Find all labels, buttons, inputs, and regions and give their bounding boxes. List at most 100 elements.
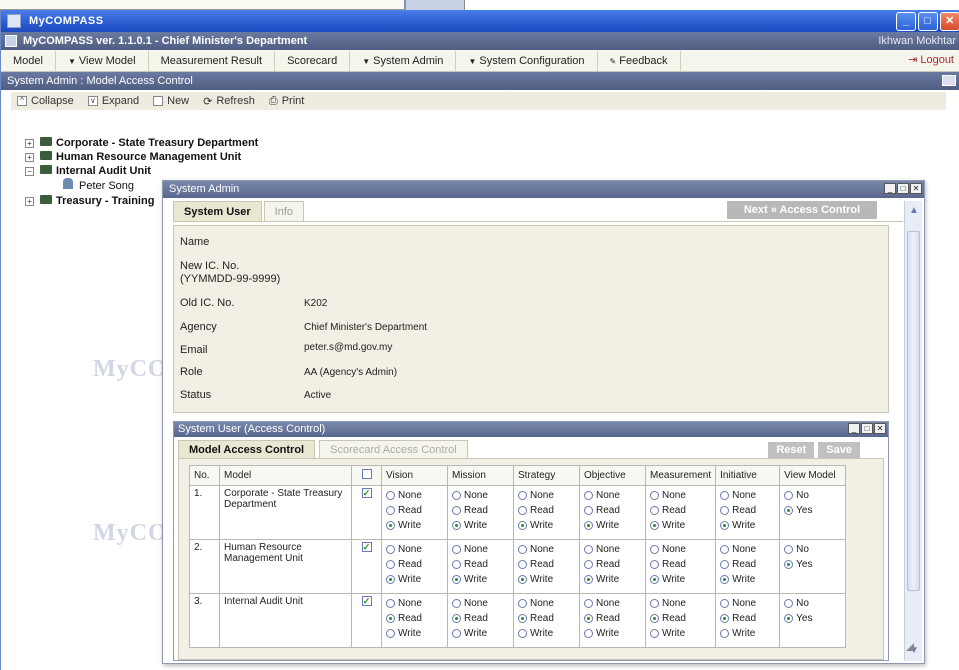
measurement-read-radio[interactable]: Read bbox=[650, 557, 711, 572]
maximize-button[interactable]: □ bbox=[918, 12, 938, 31]
view-model-no-radio[interactable]: No bbox=[784, 488, 841, 503]
scroll-thumb[interactable] bbox=[907, 231, 920, 591]
mission-read-radio[interactable]: Read bbox=[452, 557, 509, 572]
mission-read-radio[interactable]: Read bbox=[452, 611, 509, 626]
measurement-none-radio[interactable]: None bbox=[650, 542, 711, 557]
measurement-write-radio[interactable]: Write bbox=[650, 626, 711, 641]
measurement-write-radio[interactable]: Write bbox=[650, 572, 711, 587]
objective-none-radio[interactable]: None bbox=[584, 596, 641, 611]
tab-scorecard-access-control[interactable]: Scorecard Access Control bbox=[319, 440, 468, 458]
tree-node-peter-song[interactable]: Peter Song bbox=[63, 178, 134, 192]
objective-write-radio[interactable]: Write bbox=[584, 626, 641, 641]
tab-info[interactable]: Info bbox=[263, 201, 305, 221]
next-access-control-button[interactable]: Next » Access Control bbox=[727, 201, 877, 219]
vision-none-radio[interactable]: None bbox=[386, 488, 443, 503]
vision-read-radio[interactable]: Read bbox=[386, 503, 443, 518]
objective-read-radio[interactable]: Read bbox=[584, 557, 641, 572]
strategy-read-radio[interactable]: Read bbox=[518, 557, 575, 572]
measurement-none-radio[interactable]: None bbox=[650, 596, 711, 611]
initiative-read-radio[interactable]: Read bbox=[720, 557, 775, 572]
mission-write-radio[interactable]: Write bbox=[452, 572, 509, 587]
mission-none-radio[interactable]: None bbox=[452, 488, 509, 503]
objective-write-radio[interactable]: Write bbox=[584, 518, 641, 533]
initiative-write-radio[interactable]: Write bbox=[720, 572, 775, 587]
mission-none-radio[interactable]: None bbox=[452, 542, 509, 557]
dialog-close-button[interactable]: ✕ bbox=[910, 183, 922, 194]
vision-read-radio[interactable]: Read bbox=[386, 611, 443, 626]
tree-node-corporate[interactable]: + Corporate - State Treasury Department bbox=[25, 137, 258, 149]
minimize-button[interactable]: _ bbox=[896, 12, 916, 31]
strategy-write-radio[interactable]: Write bbox=[518, 572, 575, 587]
mission-none-radio[interactable]: None bbox=[452, 596, 509, 611]
dialog-minimize-button[interactable]: _ bbox=[884, 183, 896, 194]
measurement-read-radio[interactable]: Read bbox=[650, 611, 711, 626]
objective-read-radio[interactable]: Read bbox=[584, 611, 641, 626]
objective-none-radio[interactable]: None bbox=[584, 488, 641, 503]
objective-write-radio[interactable]: Write bbox=[584, 572, 641, 587]
measurement-none-radio[interactable]: None bbox=[650, 488, 711, 503]
vision-none-radio[interactable]: None bbox=[386, 542, 443, 557]
strategy-read-radio[interactable]: Read bbox=[518, 611, 575, 626]
dialog-scrollbar[interactable]: ▲ ▼ bbox=[904, 201, 922, 661]
view-model-yes-radio[interactable]: Yes bbox=[784, 503, 841, 518]
expand-button[interactable]: v Expand bbox=[87, 95, 139, 107]
tree-node-hr[interactable]: + Human Resource Management Unit bbox=[25, 151, 241, 163]
resize-grip-icon[interactable] bbox=[906, 643, 914, 651]
vision-none-radio[interactable]: None bbox=[386, 596, 443, 611]
menu-feedback[interactable]: ✎ Feedback bbox=[598, 50, 681, 71]
view-model-no-radio[interactable]: No bbox=[784, 596, 841, 611]
tab-model-access-control[interactable]: Model Access Control bbox=[178, 440, 316, 458]
view-model-yes-radio[interactable]: Yes bbox=[784, 611, 841, 626]
access-minimize-button[interactable]: _ bbox=[848, 423, 860, 434]
objective-read-radio[interactable]: Read bbox=[584, 503, 641, 518]
dialog-maximize-button[interactable]: □ bbox=[897, 183, 909, 194]
strategy-none-radio[interactable]: None bbox=[518, 542, 575, 557]
initiative-read-radio[interactable]: Read bbox=[720, 611, 775, 626]
print-button[interactable]: ⎙ Print bbox=[269, 95, 304, 108]
initiative-write-radio[interactable]: Write bbox=[720, 518, 775, 533]
row-select-checkbox[interactable]: ✓ bbox=[361, 596, 372, 606]
expand-toggle-icon[interactable]: + bbox=[25, 139, 34, 148]
save-button[interactable]: Save bbox=[818, 442, 860, 458]
strategy-write-radio[interactable]: Write bbox=[518, 518, 575, 533]
collapse-toggle-icon[interactable]: − bbox=[25, 167, 34, 176]
strategy-none-radio[interactable]: None bbox=[518, 488, 575, 503]
menu-system-configuration[interactable]: ▼ System Configuration bbox=[456, 50, 598, 71]
vision-write-radio[interactable]: Write bbox=[386, 626, 443, 641]
tab-system-user[interactable]: System User bbox=[173, 201, 262, 221]
strategy-none-radio[interactable]: None bbox=[518, 596, 575, 611]
mission-write-radio[interactable]: Write bbox=[452, 518, 509, 533]
view-model-yes-radio[interactable]: Yes bbox=[784, 557, 841, 572]
close-button[interactable]: ✕ bbox=[940, 12, 959, 31]
access-close-button[interactable]: ✕ bbox=[874, 423, 886, 434]
section-maximize-icon[interactable] bbox=[942, 75, 956, 86]
new-button[interactable]: New bbox=[153, 95, 189, 107]
initiative-none-radio[interactable]: None bbox=[720, 488, 775, 503]
row-select-checkbox[interactable]: ✓ bbox=[361, 488, 372, 498]
menu-scorecard[interactable]: Scorecard bbox=[275, 50, 351, 71]
select-all-checkbox[interactable] bbox=[361, 469, 372, 479]
vision-read-radio[interactable]: Read bbox=[386, 557, 443, 572]
vision-write-radio[interactable]: Write bbox=[386, 518, 443, 533]
menu-view-model[interactable]: ▼ View Model bbox=[56, 50, 149, 71]
menu-system-admin[interactable]: ▼ System Admin bbox=[350, 50, 457, 71]
objective-none-radio[interactable]: None bbox=[584, 542, 641, 557]
strategy-write-radio[interactable]: Write bbox=[518, 626, 575, 641]
menu-model[interactable]: Model bbox=[1, 50, 56, 71]
measurement-write-radio[interactable]: Write bbox=[650, 518, 711, 533]
tree-node-treasury-training[interactable]: + Treasury - Training bbox=[25, 195, 154, 207]
expand-toggle-icon[interactable]: + bbox=[25, 153, 34, 162]
mission-read-radio[interactable]: Read bbox=[452, 503, 509, 518]
expand-toggle-icon[interactable]: + bbox=[25, 197, 34, 206]
tree-node-internal-audit[interactable]: − Internal Audit Unit bbox=[25, 165, 151, 177]
scroll-up-icon[interactable]: ▲ bbox=[905, 203, 923, 219]
initiative-none-radio[interactable]: None bbox=[720, 596, 775, 611]
menu-measurement-result[interactable]: Measurement Result bbox=[149, 50, 276, 71]
mission-write-radio[interactable]: Write bbox=[452, 626, 509, 641]
refresh-button[interactable]: ⟳ Refresh bbox=[203, 95, 255, 108]
initiative-none-radio[interactable]: None bbox=[720, 542, 775, 557]
measurement-read-radio[interactable]: Read bbox=[650, 503, 711, 518]
reset-button[interactable]: Reset bbox=[768, 442, 815, 458]
logout-link[interactable]: ⇥ Logout bbox=[908, 53, 954, 66]
view-model-no-radio[interactable]: No bbox=[784, 542, 841, 557]
